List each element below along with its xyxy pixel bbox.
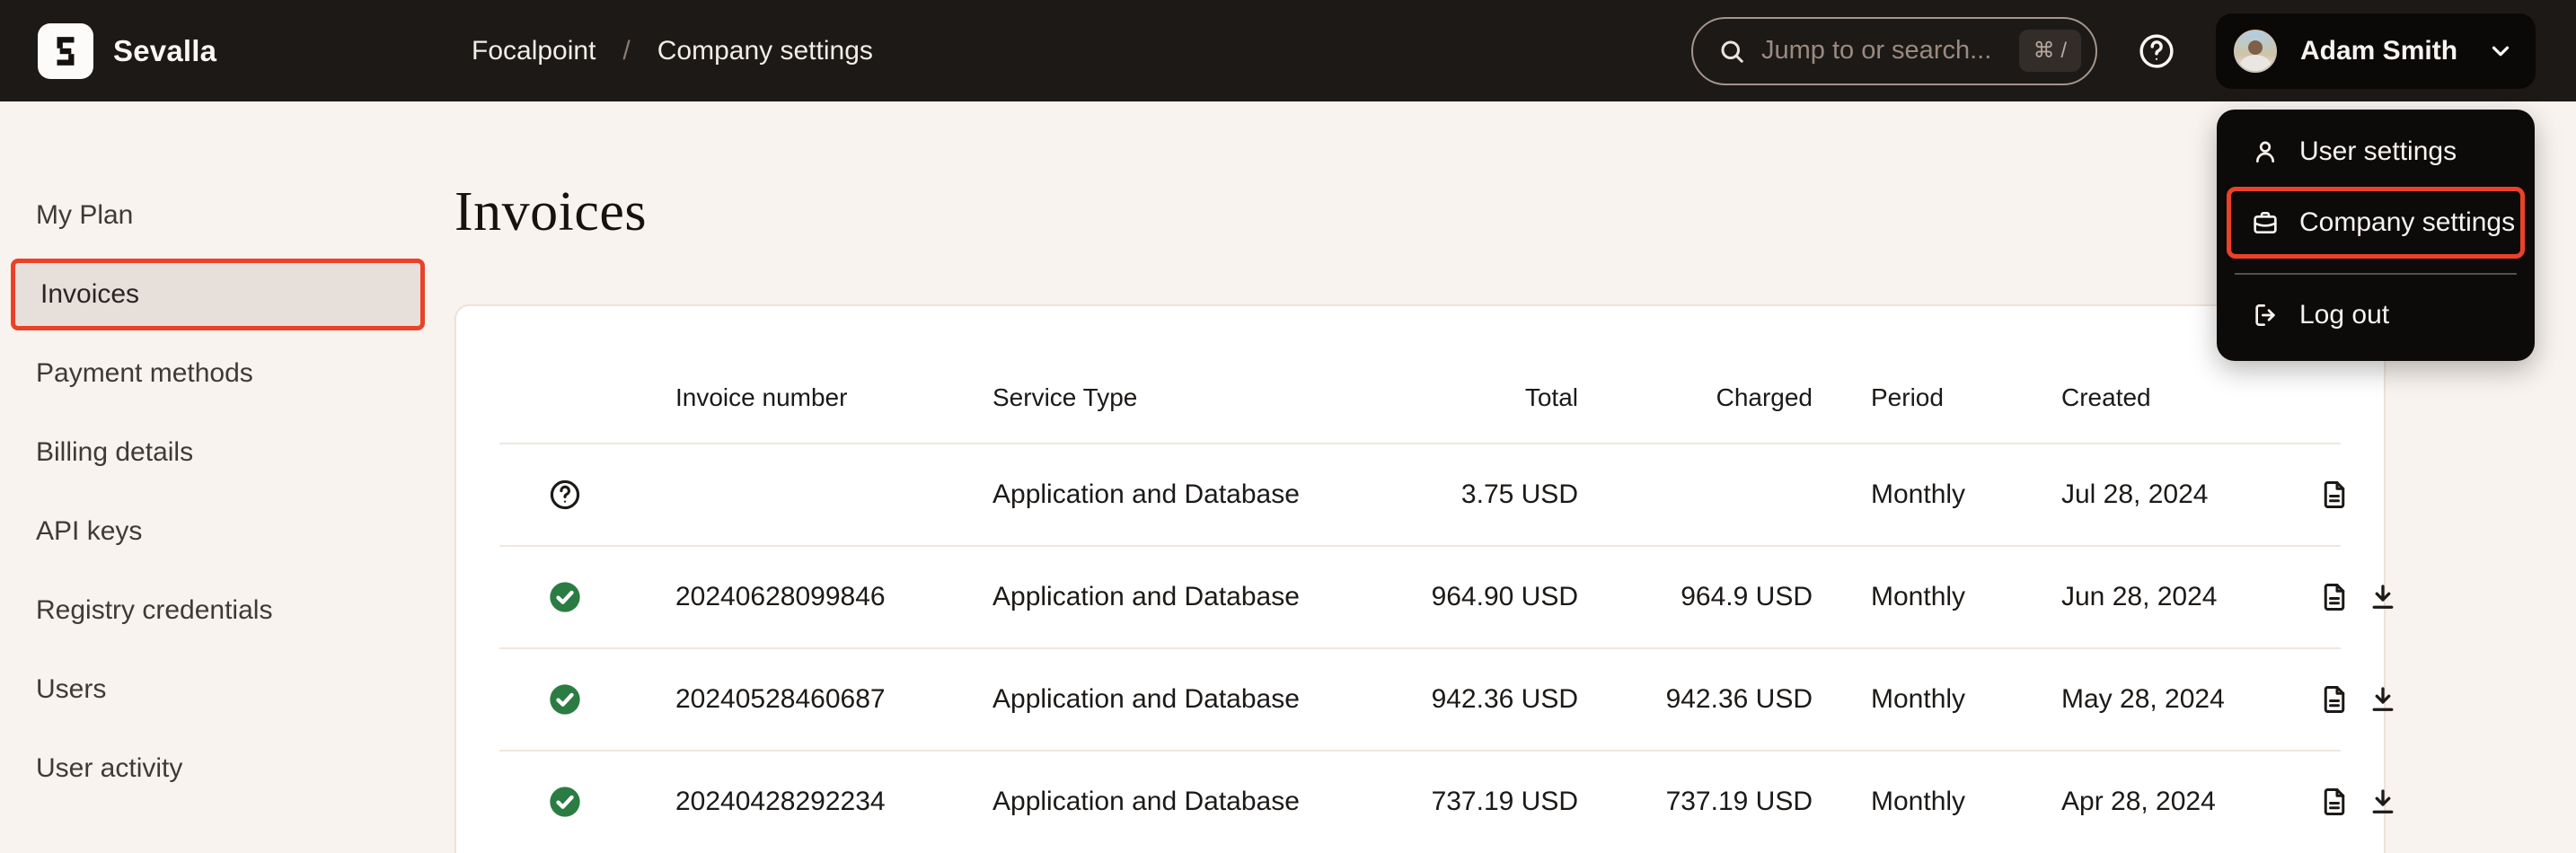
cell-invoice-number: 20240428292234 xyxy=(631,787,992,817)
view-invoice-icon[interactable] xyxy=(2317,478,2351,512)
breadcrumb-separator: / xyxy=(622,36,630,66)
column-header-charged: Charged xyxy=(1578,383,1813,412)
sidebar-item-api-keys[interactable]: API keys xyxy=(0,492,444,571)
cell-created: Jul 28, 2024 xyxy=(2007,479,2272,510)
annotation-box-company-settings: Company settings xyxy=(2227,187,2525,259)
cell-created: May 28, 2024 xyxy=(2007,684,2272,715)
cell-created: Jun 28, 2024 xyxy=(2007,582,2272,612)
cell-charged: 942.36 USD xyxy=(1578,684,1813,715)
search-icon xyxy=(1718,38,1745,65)
avatar xyxy=(2234,30,2277,73)
cell-total: 964.90 USD xyxy=(1406,582,1578,612)
search-input[interactable] xyxy=(1761,36,2003,66)
view-invoice-icon[interactable] xyxy=(2317,580,2351,614)
cell-charged: 964.9 USD xyxy=(1578,582,1813,612)
sidebar-item-my-plan[interactable]: My Plan xyxy=(0,176,444,255)
user-name: Adam Smith xyxy=(2300,36,2464,66)
global-search[interactable]: ⌘ / xyxy=(1691,17,2097,85)
column-header-service-type: Service Type xyxy=(992,383,1406,412)
logout-icon xyxy=(2251,301,2280,330)
cell-period: Monthly xyxy=(1813,582,2007,612)
download-invoice-icon[interactable] xyxy=(2366,580,2400,614)
cell-period: Monthly xyxy=(1813,684,2007,715)
menu-item-log-out[interactable]: Log out xyxy=(2235,287,2517,343)
search-shortcut-badge: ⌘ / xyxy=(2019,30,2081,72)
user-icon xyxy=(2251,137,2280,166)
app-root: Sevalla Focalpoint / Company settings ⌘ … xyxy=(0,0,2576,853)
download-invoice-icon[interactable] xyxy=(2366,785,2400,819)
sidebar-item-billing-details[interactable]: Billing details xyxy=(0,413,444,492)
topbar: Sevalla Focalpoint / Company settings ⌘ … xyxy=(0,0,2576,101)
download-invoice-icon[interactable] xyxy=(2366,682,2400,717)
topbar-right: ⌘ / Adam Smith xyxy=(1691,0,2536,101)
view-invoice-icon[interactable] xyxy=(2317,682,2351,717)
menu-item-company-settings[interactable]: Company settings xyxy=(2235,195,2520,251)
sidebar-item-registry-credentials[interactable]: Registry credentials xyxy=(0,571,444,650)
menu-item-label: Log out xyxy=(2299,300,2389,330)
invoices-table-header: Invoice number Service Type Total Charge… xyxy=(499,306,2341,443)
breadcrumb-page[interactable]: Company settings xyxy=(657,36,873,66)
column-header-invoice-number: Invoice number xyxy=(631,383,992,412)
check-circle-icon xyxy=(547,579,583,615)
menu-item-label: User settings xyxy=(2299,136,2457,167)
cell-invoice-number: 20240528460687 xyxy=(631,684,992,715)
help-icon[interactable] xyxy=(2137,31,2176,71)
menu-item-label: Company settings xyxy=(2299,207,2515,238)
invoices-card: Invoice number Service Type Total Charge… xyxy=(454,304,2386,853)
settings-sidebar: My Plan Invoices Payment methods Billing… xyxy=(0,101,444,853)
table-row: 20240428292234 Application and Database … xyxy=(499,750,2341,852)
brand-home-link[interactable]: Sevalla xyxy=(38,0,216,101)
cell-period: Monthly xyxy=(1813,787,2007,817)
view-invoice-icon[interactable] xyxy=(2317,785,2351,819)
cell-charged: 737.19 USD xyxy=(1578,787,1813,817)
cell-total: 3.75 USD xyxy=(1406,479,1578,510)
sidebar-item-invoices[interactable]: Invoices xyxy=(11,259,425,330)
sevalla-logo-icon xyxy=(38,23,93,79)
cell-total: 737.19 USD xyxy=(1406,787,1578,817)
cell-service-type: Application and Database xyxy=(992,684,1406,715)
column-header-created: Created xyxy=(2007,383,2272,412)
user-dropdown-menu: User settings Company settings xyxy=(2217,110,2535,361)
breadcrumb: Focalpoint / Company settings xyxy=(472,0,873,101)
check-circle-icon xyxy=(547,784,583,820)
cell-service-type: Application and Database xyxy=(992,787,1406,817)
sidebar-item-user-activity[interactable]: User activity xyxy=(0,729,444,808)
cell-service-type: Application and Database xyxy=(992,479,1406,510)
table-row: 20240528460687 Application and Database … xyxy=(499,647,2341,750)
question-circle-icon[interactable] xyxy=(548,478,582,512)
cell-invoice-number: 20240628099846 xyxy=(631,582,992,612)
cell-period: Monthly xyxy=(1813,479,2007,510)
cell-created: Apr 28, 2024 xyxy=(2007,787,2272,817)
cell-total: 942.36 USD xyxy=(1406,684,1578,715)
menu-item-user-settings[interactable]: User settings xyxy=(2235,124,2517,180)
menu-divider xyxy=(2235,273,2517,275)
sidebar-item-payment-methods[interactable]: Payment methods xyxy=(0,334,444,413)
breadcrumb-app[interactable]: Focalpoint xyxy=(472,36,595,66)
sidebar-item-users[interactable]: Users xyxy=(0,650,444,729)
cell-service-type: Application and Database xyxy=(992,582,1406,612)
column-header-total: Total xyxy=(1406,383,1578,412)
briefcase-icon xyxy=(2251,208,2280,237)
table-row: 20240628099846 Application and Database … xyxy=(499,545,2341,647)
chevron-down-icon xyxy=(2487,38,2514,65)
brand-name: Sevalla xyxy=(113,34,216,68)
user-menu-button[interactable]: Adam Smith xyxy=(2216,13,2536,89)
column-header-period: Period xyxy=(1813,383,2007,412)
check-circle-icon xyxy=(547,682,583,717)
table-row: Application and Database 3.75 USD Monthl… xyxy=(499,443,2341,545)
